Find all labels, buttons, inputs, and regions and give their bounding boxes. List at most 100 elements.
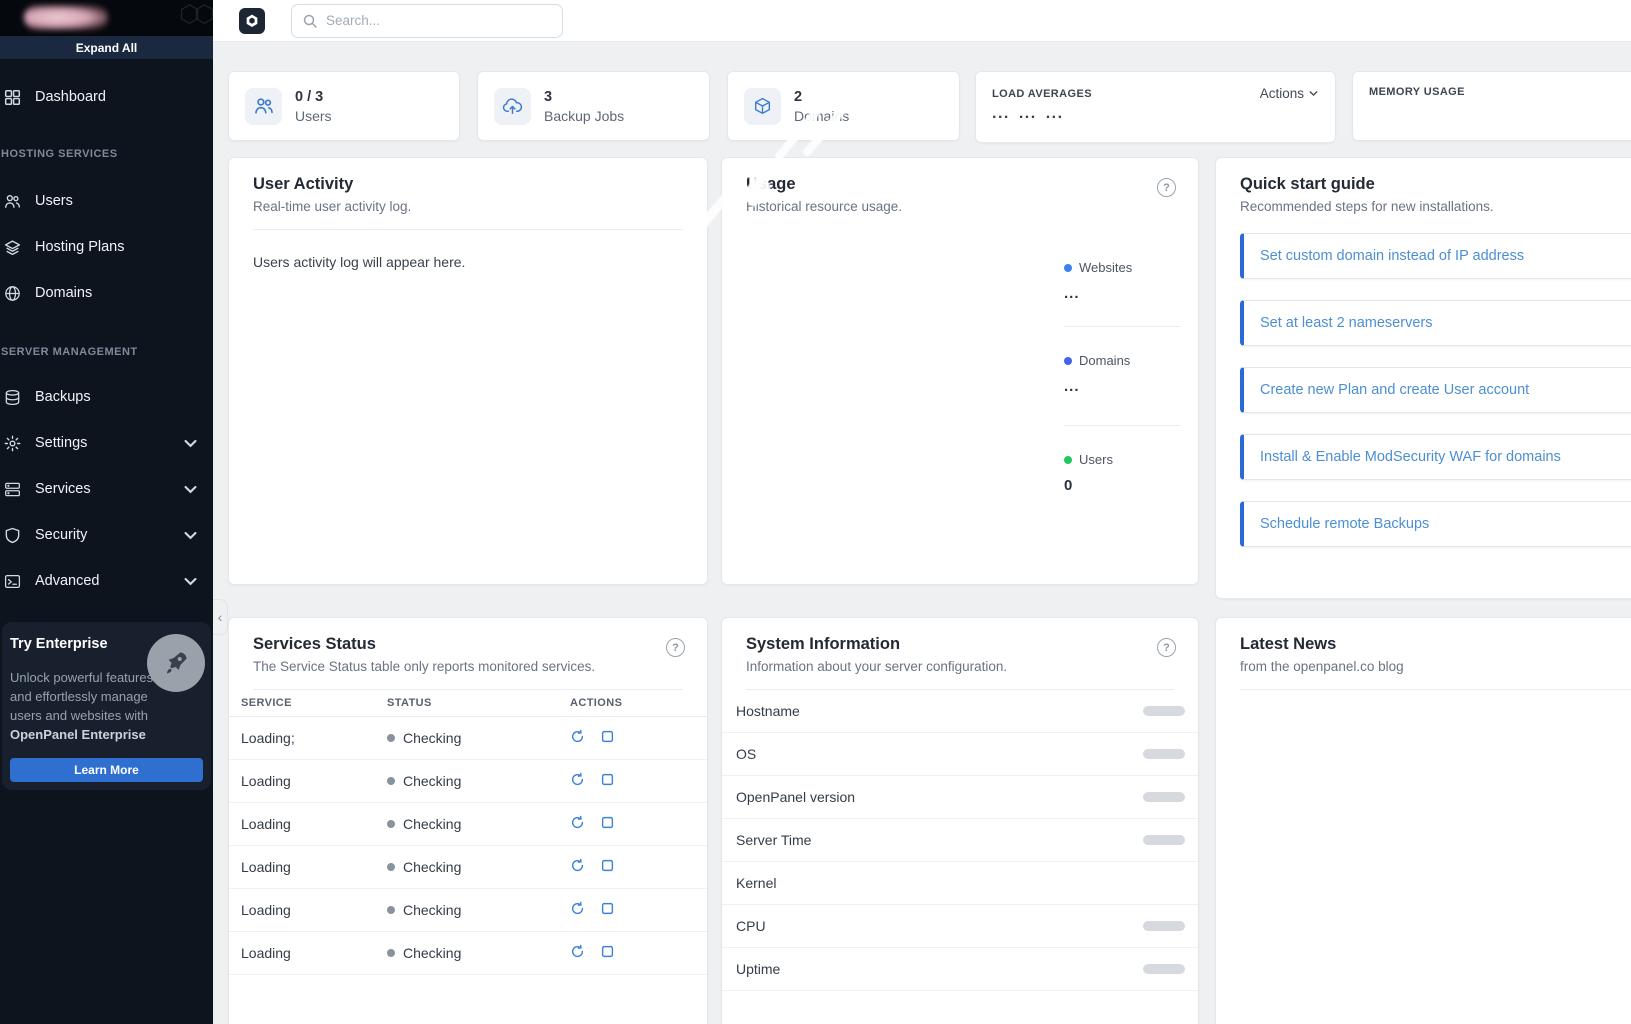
sidebar-item-dashboard[interactable]: Dashboard (0, 74, 213, 120)
chevron-down-icon (182, 435, 199, 452)
column-header-actions: ACTIONS (570, 697, 707, 709)
panel-subtitle: from the openpanel.co blog (1240, 659, 1631, 674)
status-dot (387, 863, 395, 871)
quickstart-link-remote-backups[interactable]: Schedule remote Backups (1240, 501, 1631, 547)
quickstart-link-nameservers[interactable]: Set at least 2 nameservers (1240, 300, 1631, 346)
restart-service-icon[interactable] (570, 901, 585, 916)
search-input[interactable] (291, 4, 563, 38)
terminal-icon (4, 573, 21, 590)
stop-service-icon[interactable] (600, 858, 615, 873)
stop-service-icon[interactable] (600, 944, 615, 959)
panel-title: Services Status (253, 635, 683, 654)
sidebar-item-backups[interactable]: Backups (0, 374, 213, 420)
divider (746, 689, 1174, 690)
status-dot (387, 906, 395, 914)
quickstart-link-create-plan[interactable]: Create new Plan and create User account (1240, 367, 1631, 413)
stat-label: Users (295, 108, 332, 124)
stat-card-domains: 2 Domains (727, 71, 960, 141)
stop-service-icon[interactable] (600, 729, 615, 744)
status-dot (387, 949, 395, 957)
legend-value: 0 (1064, 477, 1180, 494)
sysinfo-label: Kernel (736, 875, 776, 891)
rocket-icon (147, 634, 205, 692)
usage-legend: Websites ... Domains ... Users (1064, 244, 1180, 524)
help-icon[interactable]: ? (1157, 638, 1176, 657)
search-box (291, 4, 563, 38)
stop-service-icon[interactable] (600, 901, 615, 916)
status-dot (387, 734, 395, 742)
sidebar-collapse-handle[interactable]: ‹ (213, 599, 228, 635)
service-name: Loading; (229, 730, 387, 746)
table-row: Loading Checking (229, 889, 707, 932)
system-information-panel: System Information Information about you… (721, 617, 1199, 1024)
shield-icon (4, 527, 21, 544)
restart-service-icon[interactable] (570, 729, 585, 744)
stat-label: Backup Jobs (544, 108, 624, 124)
sysinfo-label: Server Time (736, 832, 811, 848)
sidebar-item-label: Services (35, 481, 91, 497)
status-badge: Checking (403, 773, 461, 789)
sidebar-item-settings[interactable]: Settings (0, 420, 213, 466)
stat-card-users: 0 / 3 Users (228, 71, 460, 141)
service-name: Loading (229, 902, 387, 918)
quickstart-link-label: Set at least 2 nameservers (1260, 315, 1432, 331)
panel-subtitle: Recommended steps for new installations. (1240, 199, 1631, 214)
restart-service-icon[interactable] (570, 944, 585, 959)
stat-value: 3 (544, 89, 624, 105)
load-averages-card: LOAD AVERAGES Actions ......... (975, 71, 1336, 143)
list-item: Server Time (722, 819, 1198, 862)
sidebar-section-hosting-services: HOSTING SERVICES (0, 130, 213, 170)
usage-panel: Usage Historical resource usage. ? Websi… (721, 157, 1199, 585)
stat-label: Domains (794, 108, 849, 124)
restart-service-icon[interactable] (570, 858, 585, 873)
panel-title: Usage (746, 175, 1174, 194)
backups-icon (4, 389, 21, 406)
help-icon[interactable]: ? (666, 638, 685, 657)
expand-all-button[interactable]: Expand All (0, 36, 213, 59)
services-table-header: SERVICE STATUS ACTIONS (229, 690, 707, 717)
sidebar-item-advanced[interactable]: Advanced (0, 558, 213, 604)
value-placeholder (1143, 749, 1185, 759)
stop-service-icon[interactable] (600, 815, 615, 830)
sysinfo-label: Uptime (736, 961, 780, 977)
quickstart-link-label: Install & Enable ModSecurity WAF for dom… (1260, 449, 1561, 465)
help-icon[interactable]: ? (1157, 178, 1176, 197)
value-placeholder (1143, 792, 1185, 802)
chevron-down-icon (182, 573, 199, 590)
restart-service-icon[interactable] (570, 815, 585, 830)
panel-title: User Activity (253, 175, 683, 194)
sidebar-item-security[interactable]: Security (0, 512, 213, 558)
hexagon-pattern: ⬡⬡ (179, 0, 209, 29)
legend-item-domains: Domains ... (1064, 326, 1180, 425)
panel-subtitle: Information about your server configurat… (746, 659, 1174, 674)
sidebar-item-domains[interactable]: Domains (0, 270, 213, 316)
quickstart-link-custom-domain[interactable]: Set custom domain instead of IP address (1240, 233, 1631, 279)
legend-value: ... (1064, 285, 1180, 302)
globe-icon (4, 285, 21, 302)
openpanel-logo[interactable] (239, 8, 265, 34)
sidebar-item-users[interactable]: Users (0, 178, 213, 224)
divider (1240, 689, 1631, 690)
actions-dropdown[interactable]: Actions (1260, 86, 1319, 101)
quickstart-link-modsecurity[interactable]: Install & Enable ModSecurity WAF for dom… (1240, 434, 1631, 480)
load-5m: ... (1019, 105, 1037, 122)
stop-service-icon[interactable] (600, 772, 615, 787)
sidebar-item-services[interactable]: Services (0, 466, 213, 512)
service-name: Loading (229, 945, 387, 961)
status-badge: Checking (403, 859, 461, 875)
service-name: Loading (229, 859, 387, 875)
load-averages-values: ......... (976, 101, 1335, 123)
list-item: OS (722, 733, 1198, 776)
legend-dot (1064, 456, 1072, 464)
restart-service-icon[interactable] (570, 772, 585, 787)
actions-label: Actions (1260, 86, 1304, 101)
legend-label: Users (1079, 452, 1113, 467)
table-row: Loading; Checking (229, 717, 707, 760)
legend-dot (1064, 357, 1072, 365)
panel-title: System Information (746, 635, 1174, 654)
sidebar-item-hosting-plans[interactable]: Hosting Plans (0, 224, 213, 270)
status-dot (387, 820, 395, 828)
panel-subtitle: The Service Status table only reports mo… (253, 659, 683, 674)
user-activity-panel: User Activity Real-time user activity lo… (228, 157, 708, 585)
learn-more-button[interactable]: Learn More (10, 758, 203, 782)
